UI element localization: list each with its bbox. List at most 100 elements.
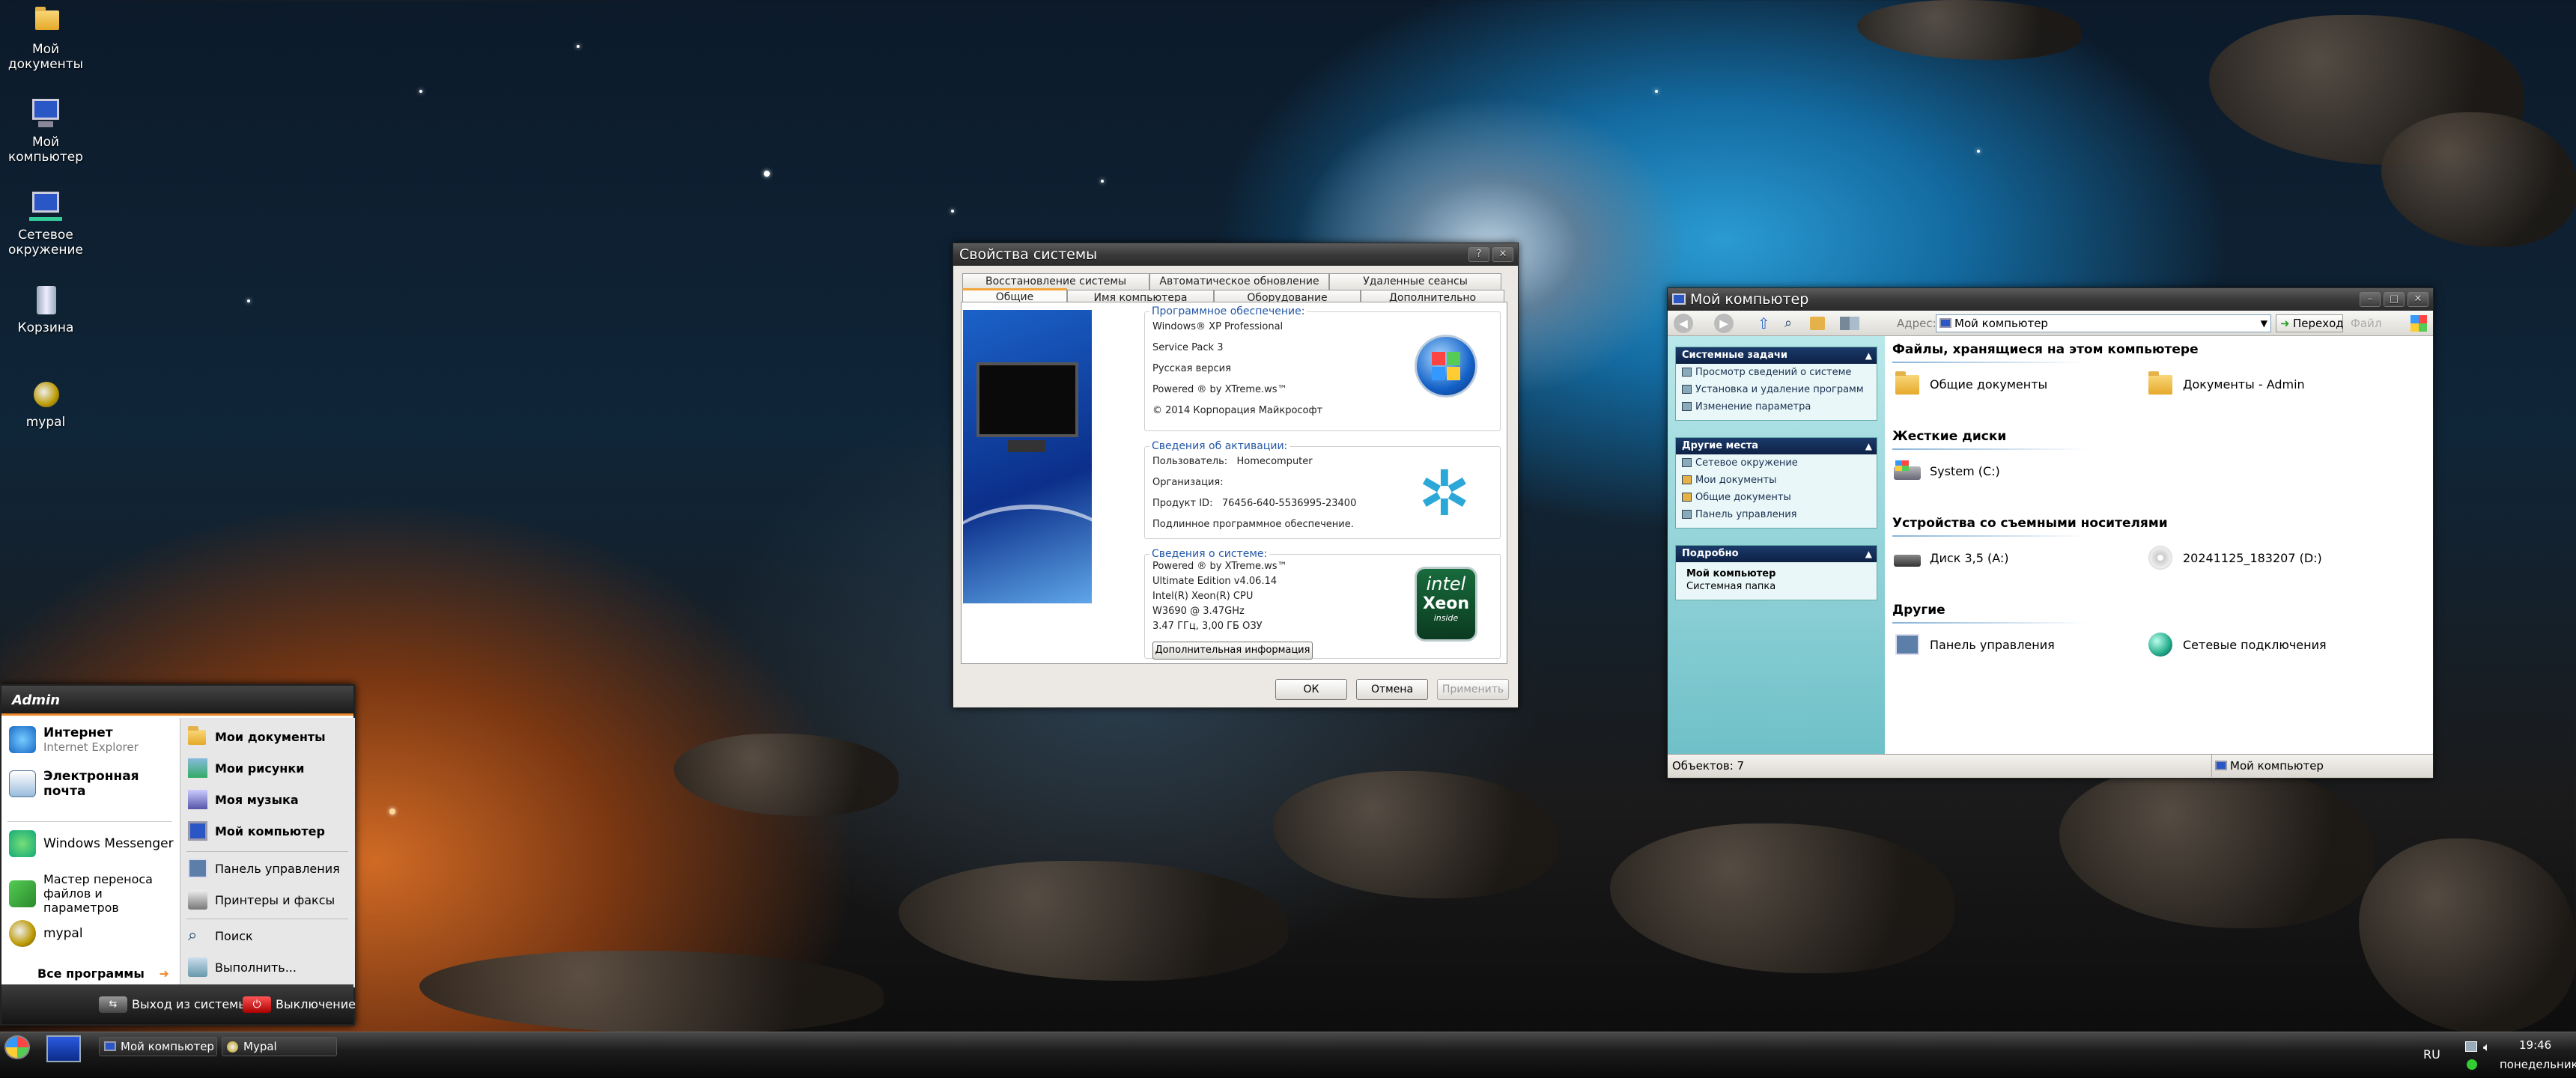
other-places-header[interactable]: Другие места ▲	[1676, 438, 1877, 454]
pinned-internet[interactable]: Интернет Internet Explorer	[9, 725, 139, 754]
start-button[interactable]	[4, 1035, 30, 1059]
desktop-icon-my-documents[interactable]: Мой документы	[0, 3, 91, 72]
place-network[interactable]: Сетевое окружение	[1676, 454, 1877, 472]
search-icon[interactable]: ⌕	[1784, 315, 1801, 332]
back-button[interactable]: ◀	[1674, 314, 1693, 333]
link-my-computer[interactable]: Мой компьютер	[188, 821, 325, 841]
start-menu-user: Admin	[1, 686, 353, 716]
details-header[interactable]: Подробно ▲	[1676, 546, 1877, 562]
more-info-button[interactable]: Дополнительная информация	[1152, 642, 1313, 660]
help-button[interactable]: ?	[1468, 247, 1489, 262]
system-tasks-header[interactable]: Системные задачи ▲	[1676, 347, 1877, 364]
computer-icon	[2215, 761, 2227, 770]
folder-documents-icon	[28, 3, 64, 39]
computer-icon	[28, 96, 64, 132]
section-title: Устройства со съемными носителями	[1892, 516, 2168, 537]
power-icon: ⏻	[243, 996, 271, 1013]
system-info-group: Сведения о системе: Powered ® by XTreme.…	[1144, 548, 1501, 660]
desktop-icon-mypal[interactable]: mypal	[0, 376, 91, 430]
cancel-button[interactable]: Отмена	[1356, 679, 1428, 700]
shutdown-button[interactable]: ⏻ Выключение	[241, 995, 356, 1014]
recent-transfer-wizard[interactable]: Мастер переноса файлов и параметров	[9, 872, 171, 915]
tab-remote[interactable]: Удаленные сеансы	[1329, 273, 1501, 290]
language-indicator[interactable]: RU	[2423, 1047, 2440, 1062]
tray-security-icon[interactable]	[2467, 1059, 2477, 1070]
system-properties-titlebar[interactable]: Свойства системы ? ✕	[953, 243, 1518, 266]
all-programs-button[interactable]: Все программы ➜	[37, 966, 169, 981]
go-button[interactable]: ➜ Переход	[2276, 314, 2344, 332]
close-button[interactable]: ✕	[2408, 292, 2428, 307]
tab-auto-update[interactable]: Автоматическое обновление	[1149, 273, 1329, 290]
item-drive-d[interactable]: 20241125_183207 (D:)	[2145, 543, 2322, 573]
details-panel: Подробно ▲ Мой компьютер Системная папка	[1675, 545, 1877, 600]
item-control-panel[interactable]: Панель управления	[1892, 630, 2055, 660]
intel-xeon-logo-icon: intel Xeon inside	[1415, 567, 1477, 642]
tab-system-restore[interactable]: Восстановление системы	[962, 273, 1149, 290]
tray-volume-icon[interactable]: 🔈︎	[2483, 1040, 2491, 1055]
close-button[interactable]: ✕	[1492, 247, 1513, 262]
taskbar-button-mypal[interactable]: Mypal	[222, 1037, 337, 1056]
task-change-setting[interactable]: Изменение параметра	[1676, 398, 1877, 420]
link-my-pictures[interactable]: Мои рисунки	[188, 758, 304, 778]
activation-group: Сведения об активации: Пользователь: Hom…	[1144, 440, 1501, 539]
quicklaunch-show-desktop[interactable]	[46, 1035, 81, 1062]
taskbar-button-my-computer[interactable]: Мой компьютер	[99, 1037, 217, 1056]
item-drive-a[interactable]: Диск 3,5 (A:)	[1892, 543, 2009, 573]
place-shared-documents[interactable]: Общие документы	[1676, 489, 1877, 506]
windows-flag-icon	[2411, 315, 2427, 332]
software-group: Программное обеспечение: Windows® XP Pro…	[1144, 305, 1501, 431]
place-control-panel[interactable]: Панель управления	[1676, 506, 1877, 528]
general-tab-panel: Программное обеспечение: Windows® XP Pro…	[961, 302, 1507, 664]
collapse-icon[interactable]: ▲	[1865, 347, 1872, 364]
collapse-icon[interactable]: ▲	[1865, 438, 1872, 454]
system-properties-window[interactable]: Свойства системы ? ✕ Восстановление сист…	[953, 243, 1519, 708]
my-computer-titlebar[interactable]: Мой компьютер – □ ✕	[1668, 288, 2433, 311]
ok-button[interactable]: ОК	[1275, 679, 1347, 700]
file-menu[interactable]: Файл	[2351, 317, 2381, 330]
internet-explorer-icon	[9, 726, 36, 753]
task-view-system-info[interactable]: Просмотр сведений о системе	[1676, 364, 1877, 381]
folders-icon[interactable]	[1810, 317, 1825, 330]
views-icon[interactable]	[1840, 317, 1859, 330]
up-folder-icon[interactable]: ⇧	[1758, 315, 1774, 332]
minimize-button[interactable]: –	[2360, 292, 2381, 307]
mypal-icon	[28, 376, 64, 412]
link-my-music[interactable]: Моя музыка	[188, 790, 299, 809]
mypal-icon	[227, 1041, 238, 1053]
link-my-documents[interactable]: Мои документы	[188, 726, 326, 746]
recent-mypal[interactable]: mypal	[9, 920, 83, 947]
task-add-remove-programs[interactable]: Установка и удаление программ	[1676, 381, 1877, 398]
start-menu-left: Интернет Internet Explorer Электронная по…	[1, 718, 180, 987]
link-printers[interactable]: Принтеры и факсы	[188, 890, 335, 910]
transfer-wizard-icon	[9, 880, 36, 907]
start-menu-right: Мои документы Мои рисунки Моя музыка Мой…	[180, 718, 355, 987]
email-icon	[9, 770, 36, 797]
item-network-connections[interactable]: Сетевые подключения	[2145, 630, 2327, 660]
item-shared-documents[interactable]: Общие документы	[1892, 369, 2047, 399]
place-my-documents[interactable]: Мои документы	[1676, 472, 1877, 489]
start-menu[interactable]: Admin Интернет Internet Explorer Электрон…	[0, 684, 356, 1026]
logoff-button[interactable]: ⇆ Выход из системы	[97, 995, 248, 1014]
network-globe-icon	[2145, 630, 2175, 660]
address-bar[interactable]: Мой компьютер ▼	[1936, 314, 2271, 332]
desktop-icon-recycle-bin[interactable]: Корзина	[0, 281, 91, 335]
my-computer-window[interactable]: Мой компьютер – □ ✕ ◀ ▶ ⇧ ⌕ Адрес: Мой к…	[1667, 287, 2434, 779]
chevron-down-icon[interactable]: ▼	[2261, 315, 2267, 332]
collapse-icon[interactable]: ▲	[1865, 546, 1872, 562]
apply-button[interactable]: Применить	[1437, 679, 1509, 700]
link-control-panel[interactable]: Панель управления	[188, 859, 340, 878]
link-search[interactable]: ⌕ Поиск	[188, 926, 253, 945]
desktop-icon-my-computer[interactable]: Мой компьютер	[0, 96, 91, 165]
forward-button[interactable]: ▶	[1714, 314, 1734, 333]
link-run[interactable]: Выполнить...	[188, 957, 297, 977]
recent-messenger[interactable]: Windows Messenger	[9, 830, 174, 857]
control-panel-icon	[1682, 402, 1692, 411]
item-drive-c[interactable]: System (C:)	[1892, 456, 2000, 486]
clock-time[interactable]: 19:46	[2519, 1038, 2551, 1052]
pinned-email[interactable]: Электронная почта	[9, 769, 163, 799]
computer-icon	[104, 1041, 116, 1051]
item-admin-documents[interactable]: Документы - Admin	[2145, 369, 2305, 399]
tray-network-icon[interactable]	[2465, 1041, 2477, 1052]
maximize-button[interactable]: □	[2384, 292, 2405, 307]
desktop-icon-network[interactable]: Сетевое окружение	[0, 189, 91, 258]
